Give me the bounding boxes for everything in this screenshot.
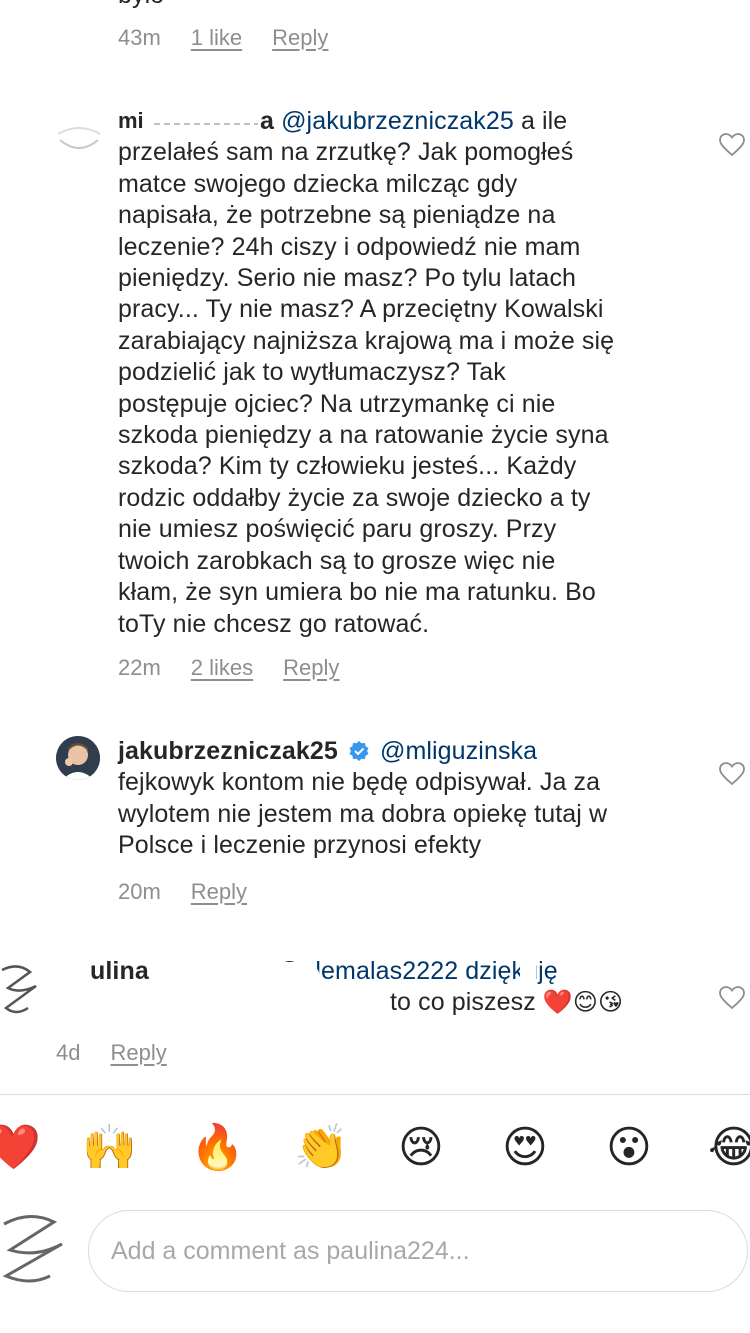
avatar[interactable]: [56, 736, 100, 780]
comment-line: leczenie? 24h ciszy i odpowiedź nie mam: [118, 232, 581, 261]
comment-line: matce swojego dziecka milcząc gdy: [118, 169, 518, 198]
mention-link[interactable]: @mliguzinska: [380, 737, 537, 765]
top-comment-meta: 43m 1 like Reply: [118, 25, 328, 51]
comment-time: 20m: [118, 879, 161, 904]
reaction-laughing-emoji[interactable]: 😂: [708, 1124, 750, 1172]
comment-body: jakubrzezniczak25 @mliguzinska fejkowyk …: [118, 736, 718, 862]
redacted-avatar: [0, 958, 50, 1028]
comment-username-partial[interactable]: a: [260, 107, 274, 135]
avatar-image: [57, 127, 101, 149]
comment-line: nie umiesz poświęcić paru groszy. Przy: [118, 515, 557, 544]
reaction-heart-eyes-emoji[interactable]: 😍: [502, 1124, 548, 1172]
comment-line: szkoda pieniędzy a na ratowanie życie sy…: [118, 421, 609, 450]
comment-line: twoich zarobkach są to grosze więc nie: [118, 546, 556, 575]
add-comment-input[interactable]: [89, 1211, 750, 1291]
like-heart-icon[interactable]: [719, 986, 745, 1010]
reply-button[interactable]: Reply: [191, 879, 247, 905]
comment-line: rodzic oddałby życie za swoje dziecko a …: [118, 483, 591, 512]
comment-line: postępuje ojciec? Na utrzymankę ci nie: [118, 389, 556, 418]
comment-line: podzielić jak to wytłumaczysz? Tak: [118, 358, 506, 387]
reaction-fire-emoji[interactable]: 🔥: [190, 1124, 245, 1172]
redaction-mark: [520, 960, 536, 990]
comment-time: 22m: [118, 655, 161, 680]
comment-meta: 20m Reply: [118, 879, 247, 905]
avatar-image: [56, 736, 100, 780]
comment-line: napisała, że potrzebne są pieniądze na: [118, 201, 556, 230]
avatar[interactable]: [56, 112, 102, 158]
likes-count-link[interactable]: 1 like: [191, 25, 242, 51]
reaction-heart-emoji[interactable]: ❤️: [0, 1124, 41, 1172]
reaction-clapping-emoji[interactable]: 👏: [294, 1124, 349, 1172]
comment-line: zarabiający najniższa krajową ma i może …: [118, 326, 615, 355]
likes-count-link[interactable]: 2 likes: [191, 655, 253, 681]
top-comment-partial-text: było: [118, 0, 164, 11]
comment-username-partial[interactable]: ulina: [90, 957, 149, 985]
reply-button[interactable]: Reply: [283, 655, 339, 681]
comment-time: 4d: [56, 1040, 81, 1065]
comment-meta: 4d Reply: [56, 1040, 167, 1066]
comment-line: kłam, że syn umiera bo nie ma ratunku. B…: [118, 578, 596, 607]
comment-input-container[interactable]: [88, 1210, 750, 1292]
comment-line: wylotem nie jestem ma dobra opiekę tutaj…: [118, 799, 608, 828]
reaction-raised-hands-emoji[interactable]: 🙌: [82, 1124, 137, 1172]
divider: [0, 1094, 750, 1095]
redaction-mark: [60, 996, 390, 1026]
redaction-mark: [60, 958, 90, 994]
comment-line: pracy... Ty nie masz? A przeciętny Kowal…: [118, 295, 604, 324]
comment-time: 43m: [118, 25, 161, 50]
comment-line: pieniędzy. Serio nie masz? Po tylu latac…: [118, 264, 577, 293]
comment-username[interactable]: jakubrzezniczak25: [118, 737, 338, 765]
comment-line: toTy nie chcesz go ratować.: [118, 609, 430, 638]
mention-link[interactable]: @jakubrzezniczak25: [281, 107, 514, 135]
reaction-crying-emoji[interactable]: 😢: [398, 1124, 444, 1172]
comment-meta: 22m 2 likes Reply: [118, 655, 339, 681]
comment-emojis: ❤️😊😘: [542, 988, 624, 1017]
reaction-surprised-emoji[interactable]: 😮: [606, 1124, 652, 1172]
like-heart-icon[interactable]: [719, 762, 745, 786]
comment-line: Polsce i leczenie przynosi efekty: [118, 831, 482, 860]
comment-line: to co piszesz: [390, 988, 536, 1017]
current-user-avatar: [0, 1206, 78, 1292]
redaction-mark: [150, 962, 320, 994]
comment-line: szkoda? Kim ty człowieku jesteś... Każdy: [118, 452, 577, 481]
comment-line: przelałeś sam na zrzutkę? Jak pomogłeś: [118, 138, 574, 167]
comment-line: a ile: [513, 107, 568, 135]
reply-button[interactable]: Reply: [272, 25, 328, 51]
comment-body: a @jakubrzezniczak25 a ile przelałeś sam…: [118, 106, 718, 640]
reply-button[interactable]: Reply: [110, 1040, 166, 1066]
like-heart-icon[interactable]: [719, 133, 745, 157]
comment-line: fejkowyk kontom nie będę odpisywał. Ja z…: [118, 768, 601, 797]
verified-badge-icon: [349, 738, 369, 761]
